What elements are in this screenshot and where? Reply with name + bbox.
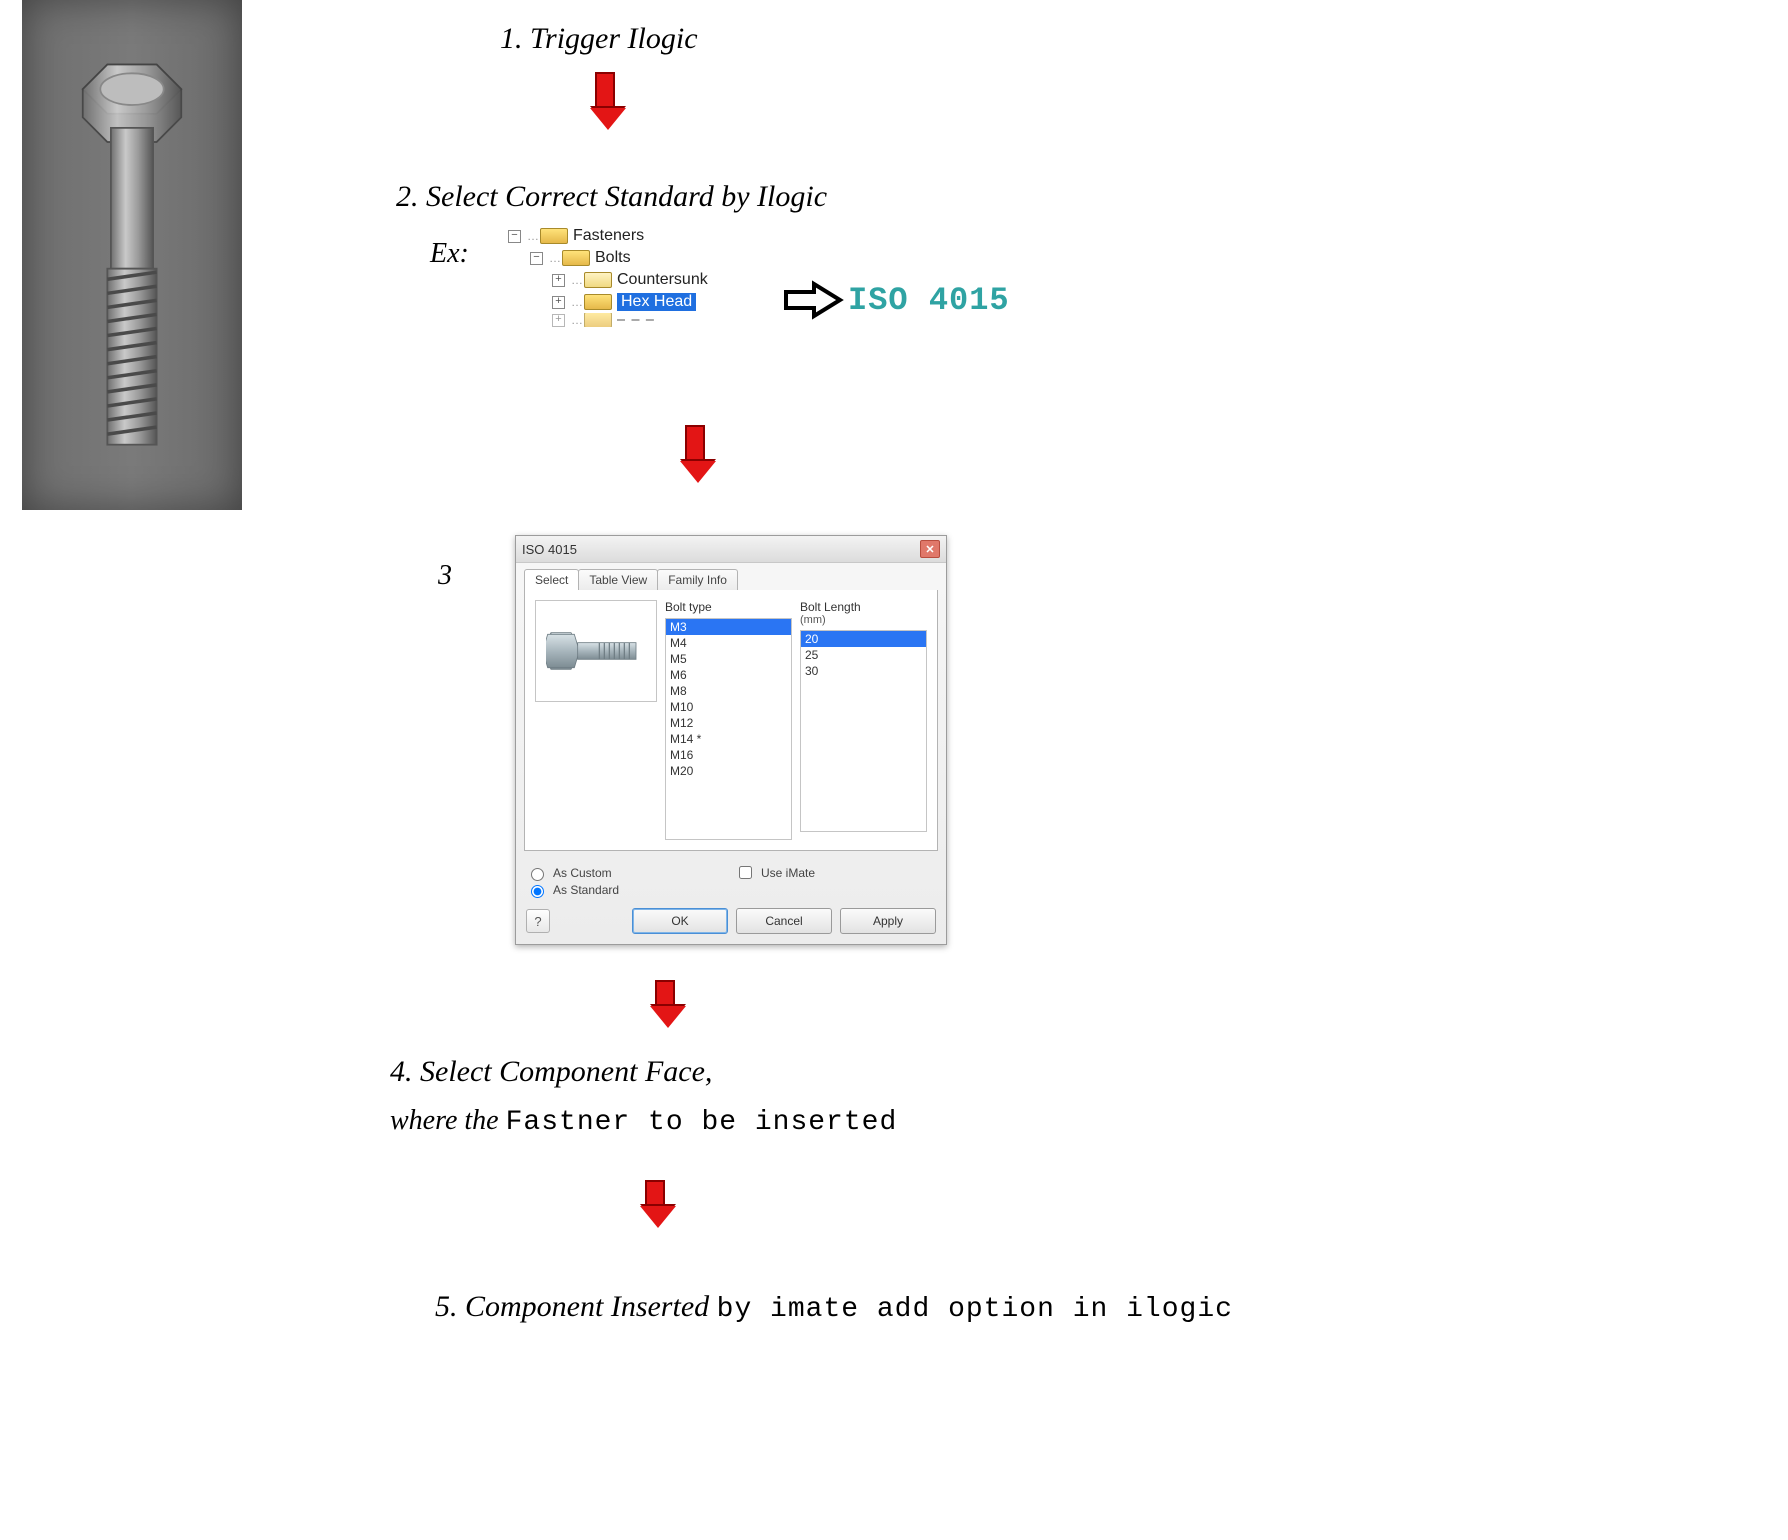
list-item[interactable]: M8	[666, 683, 791, 699]
tree-node-fasteners[interactable]: −… Fasteners	[508, 225, 778, 247]
bolt-preview	[535, 600, 657, 702]
use-imate-checkbox[interactable]: Use iMate	[735, 863, 936, 882]
dialog-title: ISO 4015	[522, 542, 577, 557]
as-custom-radio[interactable]: As Custom	[526, 865, 727, 881]
list-item[interactable]: 30	[801, 663, 926, 679]
tab-select[interactable]: Select	[524, 569, 579, 590]
list-item[interactable]: M6	[666, 667, 791, 683]
step-4-label-line1: 4. Select Component Face,	[390, 1055, 712, 1089]
iso-standard-label: ISO 4015	[848, 282, 1010, 319]
list-item[interactable]: M3	[666, 619, 791, 635]
arrow-right-icon	[784, 280, 844, 320]
list-item[interactable]: M12	[666, 715, 791, 731]
tree-label: Countersunk	[617, 271, 708, 289]
bolt-length-header: Bolt Length	[800, 600, 927, 614]
example-label: Ex:	[430, 238, 469, 270]
step-4-label-line2b: Fastner to be inserted	[506, 1107, 898, 1138]
tab-family-info[interactable]: Family Info	[657, 569, 738, 590]
tree-label: Bolts	[595, 249, 631, 267]
ok-button[interactable]: OK	[632, 908, 728, 934]
close-icon[interactable]: ✕	[920, 540, 940, 558]
bolt-type-list[interactable]: M3M4M5M6M8M10M12M14 *M16M20	[665, 618, 792, 840]
category-tree: −… Fasteners −… Bolts +… Countersunk +… …	[508, 225, 778, 327]
step-5-label-b: by imate add option in ilogic	[717, 1294, 1233, 1325]
list-item[interactable]: M20	[666, 763, 791, 779]
as-standard-radio[interactable]: As Standard	[526, 882, 727, 898]
bolt-length-unit: (mm)	[800, 614, 927, 626]
step-1-label: 1. Trigger Ilogic	[500, 22, 698, 56]
list-item[interactable]: 20	[801, 631, 926, 647]
list-item[interactable]: M5	[666, 651, 791, 667]
tab-table-view[interactable]: Table View	[578, 569, 658, 590]
list-item[interactable]: 25	[801, 647, 926, 663]
step-2-label: 2. Select Correct Standard by Ilogic	[396, 180, 827, 214]
tree-node-bolts[interactable]: −… Bolts	[508, 247, 778, 269]
arrow-down-icon	[640, 1180, 670, 1236]
diagram-stage: 1. Trigger Ilogic 2. Select Correct Stan…	[0, 0, 1788, 1540]
arrow-down-icon	[650, 980, 680, 1036]
bolt-3d-render	[22, 0, 242, 510]
step-3-label: 3	[438, 560, 452, 592]
bolt-type-header: Bolt type	[665, 600, 792, 614]
iso-part-dialog: ISO 4015 ✕ Select Table View Family Info	[515, 535, 947, 945]
cancel-button[interactable]: Cancel	[736, 908, 832, 934]
list-item[interactable]: M10	[666, 699, 791, 715]
tree-node-countersunk[interactable]: +… Countersunk	[508, 269, 778, 291]
dialog-titlebar[interactable]: ISO 4015 ✕	[516, 536, 946, 563]
tree-node-hexhead[interactable]: +… Hex Head	[508, 291, 778, 313]
list-item[interactable]: M4	[666, 635, 791, 651]
list-item[interactable]: M14 *	[666, 731, 791, 747]
step-5-label-a: 5. Component Inserted	[435, 1290, 717, 1323]
arrow-down-icon	[680, 425, 710, 481]
step-4-label-line2a: where the	[390, 1105, 506, 1136]
list-item[interactable]: M16	[666, 747, 791, 763]
apply-button[interactable]: Apply	[840, 908, 936, 934]
tree-label: Hex Head	[617, 293, 696, 311]
tree-label: Fasteners	[573, 227, 644, 245]
arrow-down-icon	[590, 72, 620, 128]
help-button[interactable]: ?	[526, 909, 550, 933]
bolt-length-list[interactable]: 202530	[800, 630, 927, 832]
